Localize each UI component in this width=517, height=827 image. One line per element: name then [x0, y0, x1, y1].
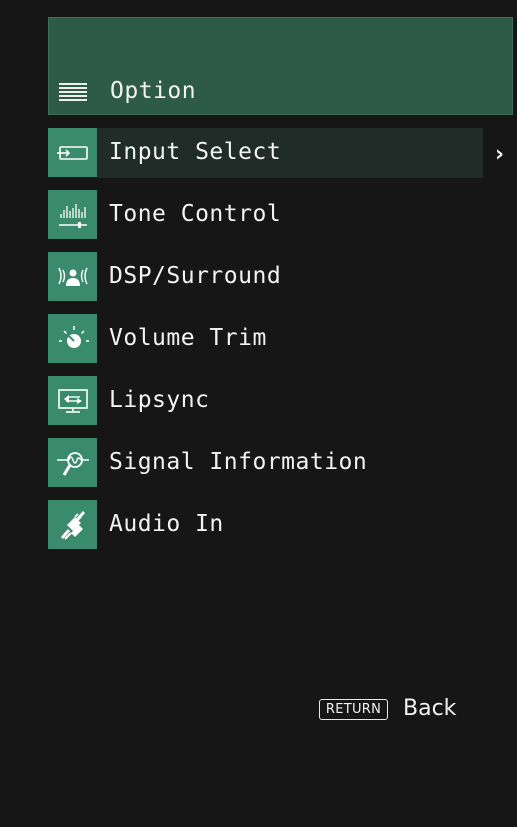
back-label[interactable]: Back [403, 696, 456, 721]
menu-item-label: DSP/Surround [109, 263, 282, 289]
lipsync-icon [48, 376, 97, 425]
page-title: Option [110, 78, 197, 104]
option-menu: Input Select › Tone Control DSP/Surround… [48, 128, 517, 562]
menu-item-lipsync[interactable]: Lipsync [48, 376, 517, 438]
menu-item-label: Audio In [109, 511, 224, 537]
menu-item-input-select[interactable]: Input Select › [48, 128, 517, 190]
list-icon [59, 83, 87, 101]
menu-item-signal-information[interactable]: Signal Information [48, 438, 517, 500]
menu-item-label: Signal Information [109, 449, 368, 475]
tone-control-icon [48, 190, 97, 239]
dsp-surround-icon [48, 252, 97, 301]
audio-in-icon [48, 500, 97, 549]
menu-item-audio-in[interactable]: Audio In [48, 500, 517, 562]
input-select-icon [48, 128, 97, 177]
menu-header: Option [48, 17, 513, 115]
menu-item-label: Input Select [109, 139, 282, 165]
menu-item-volume-trim[interactable]: Volume Trim [48, 314, 517, 376]
volume-trim-icon [48, 314, 97, 363]
menu-item-label: Lipsync [109, 387, 210, 413]
chevron-right-icon: › [495, 142, 505, 167]
menu-item-dsp-surround[interactable]: DSP/Surround [48, 252, 517, 314]
menu-item-tone-control[interactable]: Tone Control [48, 190, 517, 252]
menu-item-label: Tone Control [109, 201, 282, 227]
signal-information-icon [48, 438, 97, 487]
menu-item-label: Volume Trim [109, 325, 267, 351]
return-key-badge[interactable]: RETURN [319, 699, 388, 720]
